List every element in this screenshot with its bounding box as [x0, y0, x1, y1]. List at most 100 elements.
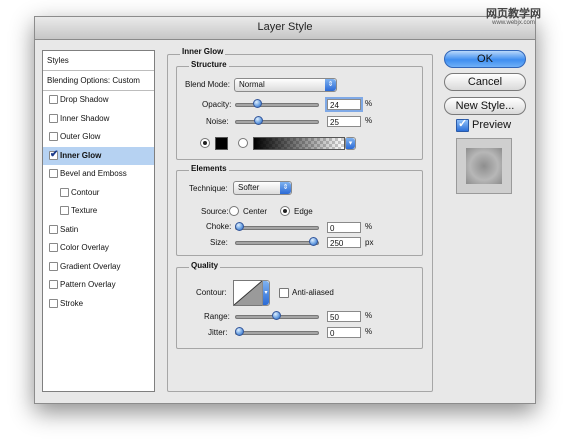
source-label: Source: [201, 207, 229, 216]
style-checkbox[interactable] [49, 95, 58, 104]
noise-slider-track[interactable] [235, 120, 319, 124]
watermark-url: www.webjx.com [492, 20, 535, 26]
solid-color-radio[interactable] [200, 138, 210, 148]
jitter-slider-track[interactable] [235, 331, 319, 335]
title-bar[interactable]: Layer Style [35, 17, 535, 40]
style-item-gradient-overlay[interactable]: Gradient Overlay [43, 258, 154, 276]
range-slider-thumb[interactable] [272, 311, 281, 320]
style-item-contour[interactable]: Contour [43, 184, 154, 202]
gradient-dropdown[interactable]: ▾ [345, 137, 356, 150]
cancel-button[interactable]: Cancel [444, 73, 526, 91]
style-checkbox[interactable] [49, 224, 58, 234]
jitter-slider-thumb[interactable] [235, 327, 244, 336]
opacity-field[interactable]: 24 [327, 99, 361, 110]
style-checkbox[interactable] [49, 132, 58, 141]
range-field[interactable]: 50 [327, 311, 361, 322]
contour-picker[interactable] [233, 280, 263, 306]
noise-unit: % [365, 116, 373, 125]
gradient-picker[interactable] [253, 137, 345, 150]
choke-field[interactable]: 0 [327, 222, 361, 233]
opacity-slider-thumb[interactable] [252, 99, 262, 108]
blend-mode-value: Normal [239, 80, 265, 89]
size-label: Size: [210, 238, 228, 247]
style-checkbox[interactable] [60, 206, 69, 215]
style-checkbox[interactable] [60, 187, 69, 197]
noise-slider-thumb[interactable] [253, 116, 263, 125]
size-slider-thumb[interactable] [309, 237, 318, 246]
choke-slider-thumb[interactable] [235, 222, 244, 231]
styles-list: Styles Blending Options: Custom Drop Sha… [42, 50, 155, 392]
preview-label: Preview [472, 119, 512, 131]
style-item-label: Inner Shadow [60, 113, 110, 123]
style-item-label: Texture [71, 206, 98, 215]
style-item-label: Bevel and Emboss [60, 169, 127, 178]
glow-color-swatch[interactable] [215, 137, 228, 150]
opacity-value: 24 [330, 101, 339, 110]
choke-slider-track[interactable] [235, 226, 319, 230]
style-item-pattern-overlay[interactable]: Pattern Overlay [43, 276, 154, 294]
opacity-unit: % [365, 99, 373, 108]
styles-header[interactable]: Styles [43, 51, 154, 71]
elements-title: Elements [189, 164, 229, 173]
style-item-label: Color Overlay [60, 243, 109, 252]
checkmark-icon: ✓ [458, 118, 468, 130]
anti-aliased-checkbox[interactable] [279, 288, 289, 298]
style-item-texture[interactable]: Texture [43, 202, 154, 220]
preview-checkbox[interactable]: ✓ [456, 118, 469, 132]
gradient-radio[interactable] [238, 138, 248, 148]
source-center-radio[interactable] [229, 206, 239, 216]
contour-label: Contour: [196, 288, 227, 297]
noise-field[interactable]: 25 [327, 116, 361, 127]
size-value: 250 [330, 239, 344, 248]
style-item-bevel-and-emboss[interactable]: Bevel and Emboss [43, 165, 154, 183]
range-unit: % [365, 311, 373, 320]
blending-options-label: Blending Options: Custom [47, 76, 140, 85]
source-edge-radio[interactable] [280, 206, 290, 216]
blend-mode-select[interactable]: Normal ⇕ [234, 78, 337, 92]
style-checkbox[interactable] [49, 243, 58, 252]
window-title: Layer Style [257, 21, 313, 33]
opacity-slider-track[interactable] [235, 103, 319, 107]
style-item-inner-shadow[interactable]: Inner Shadow [43, 110, 154, 128]
contour-dropdown[interactable]: ▾ [262, 280, 270, 306]
style-item-satin[interactable]: Satin [43, 221, 154, 239]
style-checkbox[interactable] [49, 113, 58, 123]
range-label: Range: [204, 312, 230, 321]
watermark: 网页教学网 www.webjx.com [486, 9, 541, 27]
blend-mode-label: Blend Mode: [185, 80, 230, 89]
style-item-inner-glow[interactable]: ✔ Inner Glow [43, 146, 154, 165]
anti-aliased-label: Anti-aliased [292, 288, 334, 297]
style-item-drop-shadow[interactable]: Drop Shadow [43, 91, 154, 109]
jitter-unit: % [365, 327, 373, 336]
checkmark-icon: ✔ [50, 148, 59, 160]
style-item-label: Pattern Overlay [60, 280, 116, 289]
style-checkbox[interactable] [49, 298, 58, 308]
jitter-field[interactable]: 0 [327, 327, 361, 338]
dropdown-arrow-icon: ▾ [346, 138, 355, 149]
choke-value: 0 [330, 224, 335, 233]
quality-title: Quality [189, 261, 221, 270]
style-checkbox[interactable] [49, 169, 58, 178]
size-slider-track[interactable] [235, 241, 319, 245]
size-field[interactable]: 250 [327, 237, 361, 248]
style-item-color-overlay[interactable]: Color Overlay [43, 239, 154, 257]
style-item-label: Contour [71, 187, 100, 197]
technique-select[interactable]: Softer ⇕ [233, 181, 292, 195]
style-checkbox[interactable] [49, 261, 58, 271]
style-item-outer-glow[interactable]: Outer Glow [43, 128, 154, 146]
style-checkbox[interactable] [49, 280, 58, 289]
source-edge-label: Edge [294, 207, 313, 216]
new-style-button[interactable]: New Style... [444, 97, 526, 115]
style-checkbox[interactable]: ✔ [49, 148, 59, 160]
blending-options-item[interactable]: Blending Options: Custom [43, 71, 154, 91]
styles-header-label: Styles [47, 56, 69, 65]
style-item-stroke[interactable]: Stroke [43, 295, 154, 313]
jitter-value: 0 [330, 329, 335, 338]
noise-label: Noise: [206, 117, 229, 126]
choke-unit: % [365, 222, 373, 231]
ok-button[interactable]: OK [444, 50, 526, 68]
popup-arrows-icon: ⇕ [280, 182, 291, 194]
preview-swatch [466, 148, 502, 184]
style-item-label: Gradient Overlay [60, 261, 121, 271]
technique-label: Technique: [189, 184, 228, 193]
